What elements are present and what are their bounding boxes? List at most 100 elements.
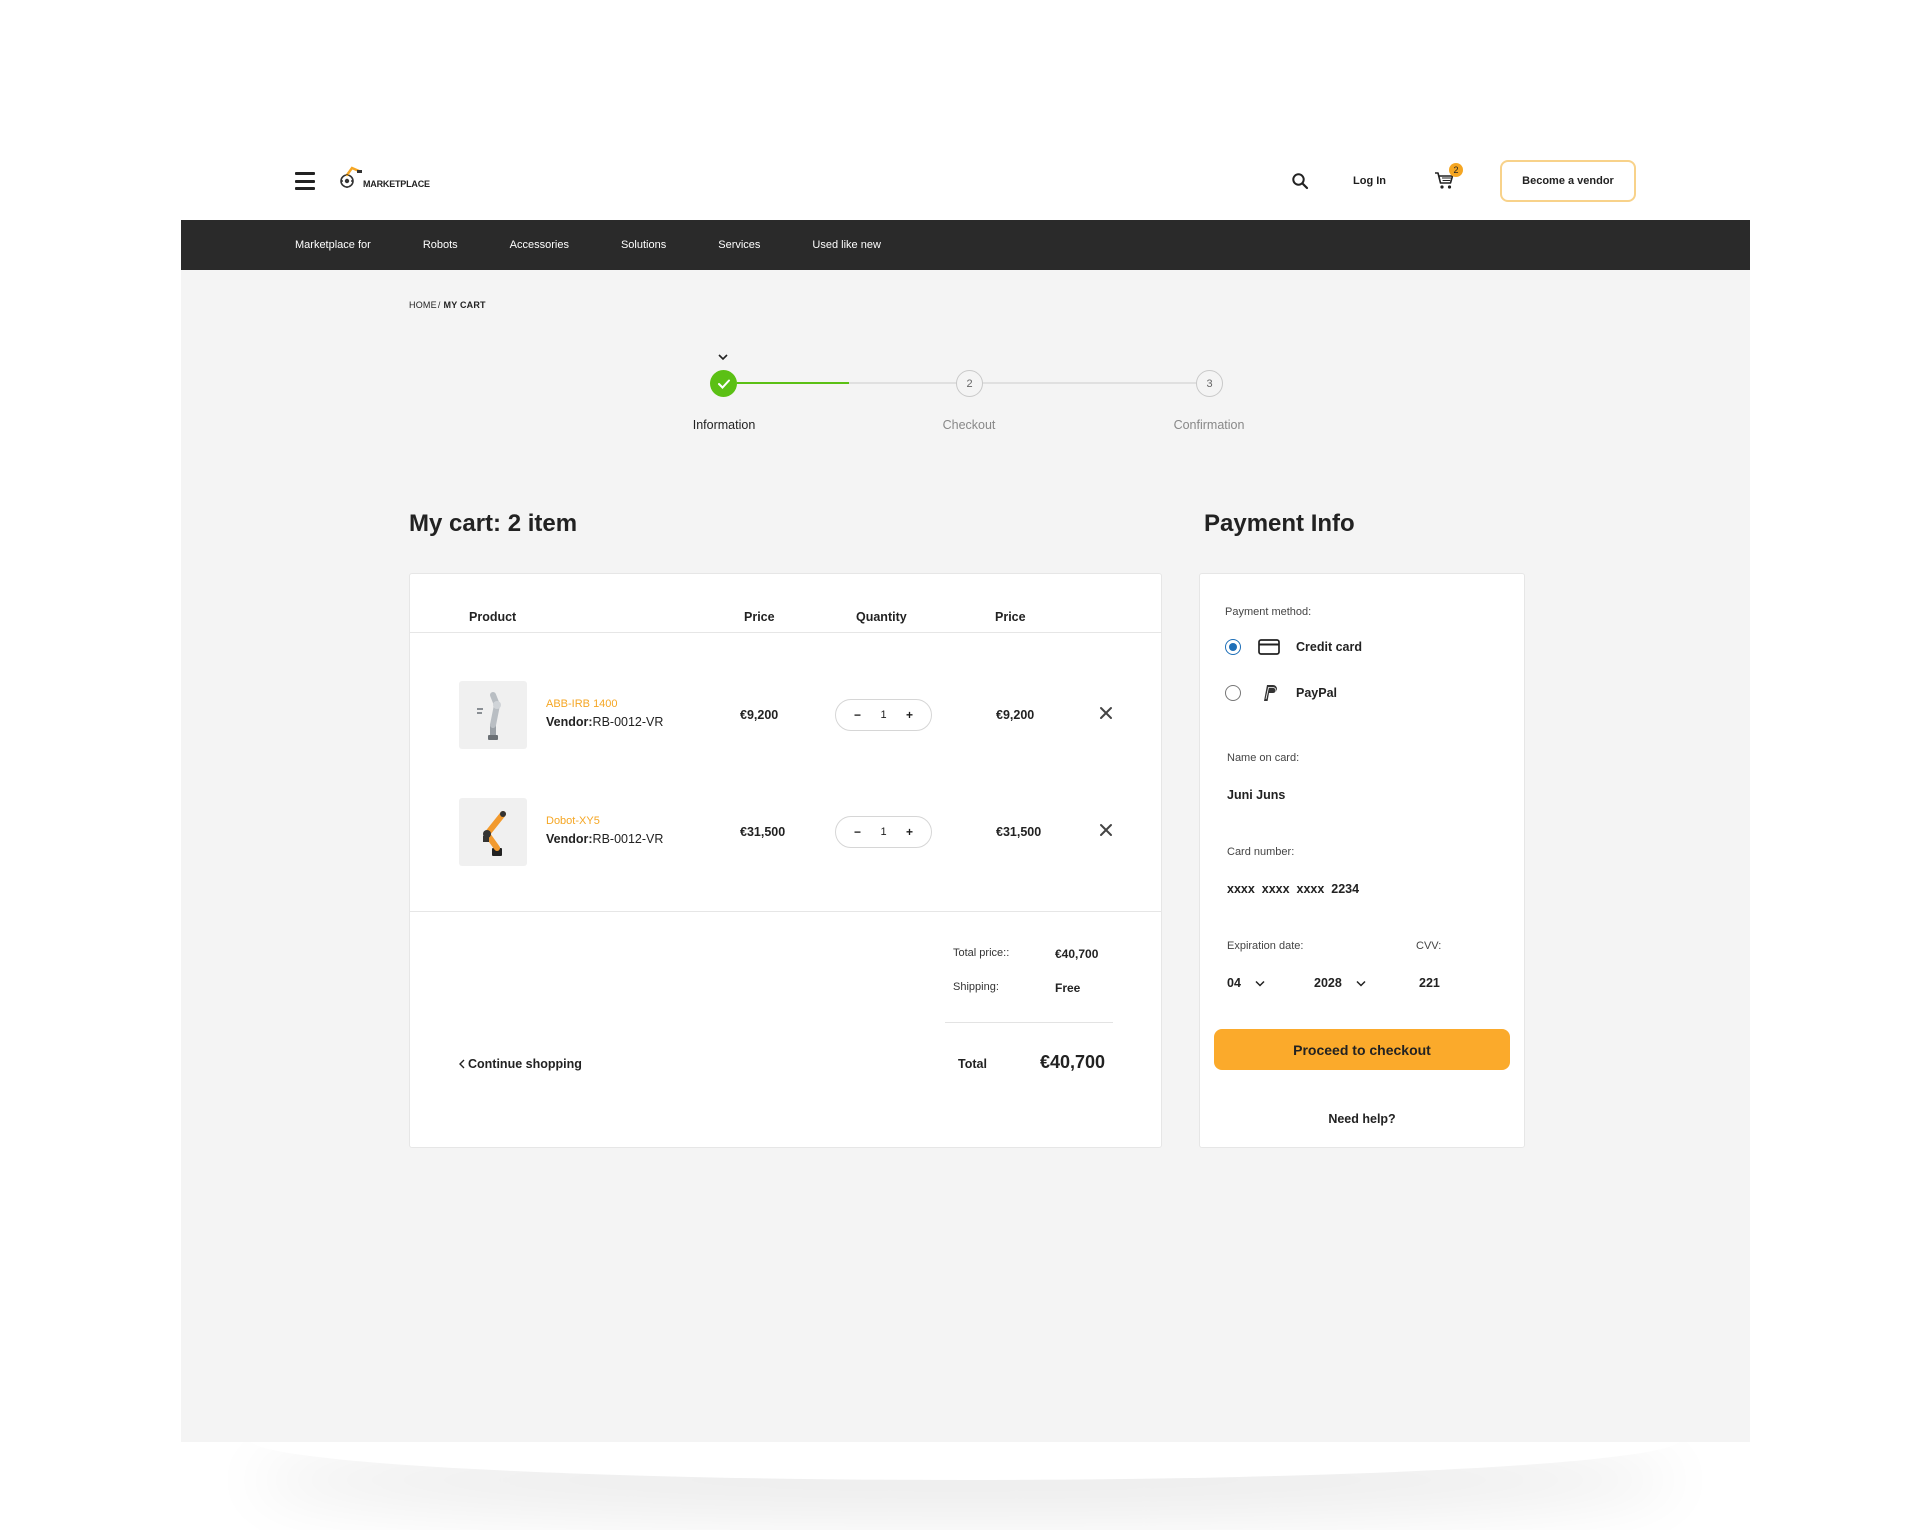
product-vendor: Vendor:RB-0012-VR: [546, 832, 663, 846]
paypal-label[interactable]: PayPal: [1296, 686, 1337, 700]
cvv-input[interactable]: 221: [1419, 976, 1440, 990]
quantity-value[interactable]: 1: [880, 826, 886, 838]
cart-row: ABB-IRB 1400 Vendor:RB-0012-VR €9,200 − …: [410, 681, 1161, 751]
total-divider: [945, 1022, 1113, 1023]
card-number-label: Card number:: [1227, 846, 1295, 858]
cart-count-badge: 2: [1449, 163, 1463, 177]
step-2-label: Checkout: [942, 418, 996, 432]
paypal-radio[interactable]: [1225, 685, 1241, 701]
card-number-input[interactable]: xxxx xxxx xxxx 2234: [1227, 882, 1359, 896]
header-divider: [410, 632, 1161, 633]
main-content: HOME/MY CART 2 3 Information Checkout Co…: [181, 270, 1750, 1442]
stepper-line-1: [849, 382, 957, 384]
become-vendor-button[interactable]: Become a vendor: [1500, 160, 1636, 202]
main-navbar: Marketplace for Robots Accessories Solut…: [181, 220, 1750, 270]
robot-arm-product-image: [477, 692, 501, 740]
expiration-year-value: 2028: [1314, 976, 1342, 990]
search-icon[interactable]: [1291, 172, 1309, 190]
grand-total-value: €40,700: [1040, 1052, 1106, 1072]
site-logo[interactable]: MARKETPLACE: [339, 164, 439, 194]
vendor-label: Vendor:: [546, 832, 593, 846]
product-vendor: Vendor:RB-0012-VR: [546, 715, 663, 729]
product-name-link[interactable]: Dobot-XY5: [546, 815, 600, 827]
increase-quantity-button[interactable]: +: [906, 825, 913, 839]
nav-item-accessories[interactable]: Accessories: [510, 239, 569, 251]
product-name-link[interactable]: ABB-IRB 1400: [546, 698, 618, 710]
column-header-quantity: Quantity: [856, 610, 907, 624]
site-header: MARKETPLACE Log In 2 Become a vendor: [181, 140, 1750, 220]
increase-quantity-button[interactable]: +: [906, 708, 913, 722]
step-1-label: Information: [692, 418, 756, 432]
expiration-month-value: 04: [1227, 976, 1241, 990]
step-2-circle: 2: [956, 370, 983, 397]
quantity-stepper: − 1 +: [835, 699, 932, 731]
cvv-label: CVV:: [1416, 940, 1442, 952]
vendor-id: RB-0012-VR: [592, 715, 664, 729]
nav-item-marketplace-for[interactable]: Marketplace for: [295, 239, 371, 251]
continue-shopping-label: Continue shopping: [468, 1057, 582, 1071]
robot-arm-product-image: [483, 811, 506, 856]
cart-table: Product Price Quantity Price ABB-IRB 140…: [409, 573, 1162, 1148]
expiration-date-label: Expiration date:: [1227, 940, 1304, 952]
column-header-product: Product: [469, 610, 517, 624]
nav-item-robots[interactable]: Robots: [423, 239, 458, 251]
checkout-stepper: 2 3 Information Checkout Confirmation: [181, 270, 1750, 470]
payment-title: Payment Info: [1204, 510, 1355, 537]
unit-price: €9,200: [740, 708, 779, 722]
credit-card-radio[interactable]: [1225, 639, 1241, 655]
step-1-complete: [710, 370, 737, 397]
need-help-link[interactable]: Need help?: [1200, 1112, 1524, 1126]
stepper-line-2: [983, 382, 1196, 384]
name-on-card-input[interactable]: Juni Juns: [1227, 788, 1285, 802]
hamburger-menu-icon[interactable]: [295, 172, 315, 190]
checkmark-icon: [717, 379, 730, 389]
line-total: €9,200: [996, 708, 1035, 722]
cart-title: My cart: 2 item: [409, 510, 578, 537]
credit-card-icon: [1258, 639, 1280, 655]
grand-total-label: Total: [958, 1057, 987, 1071]
header-actions: Log In 2 Become a vendor: [1291, 160, 1636, 202]
expiration-year-select[interactable]: 2028: [1314, 976, 1366, 990]
decrease-quantity-button[interactable]: −: [854, 825, 861, 839]
unit-price: €31,500: [740, 825, 786, 839]
shipping-label: Shipping:: [953, 981, 999, 993]
proceed-to-checkout-button[interactable]: Proceed to checkout: [1214, 1029, 1510, 1070]
total-price-label: Total price::: [953, 947, 1010, 959]
product-image[interactable]: [459, 681, 527, 749]
continue-shopping-link[interactable]: Continue shopping: [458, 1057, 582, 1071]
login-link[interactable]: Log In: [1353, 175, 1386, 187]
paypal-icon: [1264, 685, 1277, 701]
nav-item-used-like-new[interactable]: Used like new: [812, 239, 880, 251]
step-3-circle: 3: [1196, 370, 1223, 397]
vendor-id: RB-0012-VR: [592, 832, 664, 846]
chevron-down-icon: [1255, 980, 1265, 987]
nav-item-services[interactable]: Services: [718, 239, 760, 251]
quantity-value[interactable]: 1: [880, 709, 886, 721]
product-image[interactable]: [459, 798, 527, 866]
vendor-label: Vendor:: [546, 715, 593, 729]
chevron-down-icon: [1356, 980, 1366, 987]
column-header-price: Price: [744, 610, 775, 624]
cart-button[interactable]: 2: [1434, 163, 1463, 191]
payment-panel: Payment method: Credit card PayPal Name …: [1199, 573, 1525, 1148]
total-price-value: €40,700: [1055, 947, 1099, 961]
quantity-stepper: − 1 +: [835, 816, 932, 848]
chevron-down-icon: [718, 354, 728, 361]
step-3-label: Confirmation: [1173, 418, 1245, 432]
summary-divider: [410, 911, 1161, 912]
remove-item-close-icon[interactable]: [1098, 705, 1114, 721]
name-on-card-label: Name on card:: [1227, 752, 1300, 764]
shipping-value: Free: [1055, 981, 1081, 995]
credit-card-label[interactable]: Credit card: [1296, 640, 1362, 654]
logo-text: MARKETPLACE: [363, 179, 430, 189]
payment-method-label: Payment method:: [1225, 606, 1312, 618]
robot-arm-logo-icon: [340, 166, 362, 188]
chevron-left-icon: [459, 1059, 465, 1069]
expiration-month-select[interactable]: 04: [1227, 976, 1265, 990]
stepper-progress-line: [737, 382, 849, 384]
remove-item-close-icon[interactable]: [1098, 822, 1114, 838]
cart-row: Dobot-XY5 Vendor:RB-0012-VR €31,500 − 1 …: [410, 798, 1161, 868]
decrease-quantity-button[interactable]: −: [854, 708, 861, 722]
page: MARKETPLACE Log In 2 Become a vendor Mar…: [181, 0, 1750, 1442]
nav-item-solutions[interactable]: Solutions: [621, 239, 666, 251]
